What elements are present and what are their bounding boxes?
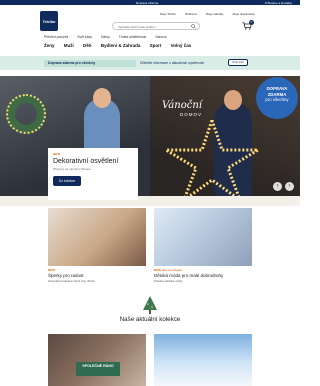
promo-card-tag: NEW (48, 268, 55, 272)
chevron-right-icon: › (288, 183, 291, 189)
promo-card-jewelry[interactable]: NEW Šperky pro radost Kompletní kolekce … (48, 208, 146, 283)
promo-card-image (154, 208, 252, 266)
hero-card-title: Dekorativní osvětlení (53, 158, 119, 165)
subnav-sustainability[interactable]: Trvalá udržitelnost (119, 35, 147, 39)
header-link-offers[interactable]: Moje nabídky (206, 12, 224, 16)
search-icon[interactable] (191, 24, 196, 29)
promo-card-kids-fashion[interactable]: NEW Jen v e-shopu Dětská móda pro malé d… (154, 208, 252, 283)
light-star-icon (160, 120, 260, 196)
nav-kids[interactable]: Děti (83, 43, 92, 48)
promo-card-tag: NEW Jen v e-shopu (154, 268, 183, 272)
promo-card-link[interactable]: Kolekce dětské módy (154, 279, 252, 283)
nav-leisure[interactable]: Volný čas (171, 43, 192, 48)
hero-card-subtitle: Přípravy na vánoční Vánoce (53, 167, 91, 171)
hero-carousel: Vánoční DOMOV (0, 76, 300, 196)
free-shipping-promo-circle[interactable]: DOPRAVA ZDARMA pro všechny (256, 77, 298, 119)
main-category-nav: Ženy Muži Děti Bydlení & Zahrada Sport V… (44, 43, 199, 48)
hero-headline-script: Vánoční (162, 100, 202, 111)
promo-card-image (48, 208, 146, 266)
subnav-overview[interactable]: Přehled položek (44, 35, 68, 39)
wreath-lights (6, 94, 46, 134)
promo-card-link[interactable]: Kompletní kolekce Nově dny obřad (48, 279, 146, 283)
promo-card-title: Šperky pro radost (48, 273, 84, 278)
hero-card-button[interactable]: Do kolekce (53, 176, 81, 186)
site-header: Tchibo Moje Tchibo Oblíbené Moje nabídky… (0, 5, 300, 33)
hero-bottom-strip (0, 196, 300, 206)
collection-card-morning[interactable]: SPOLEČNÉ RÁNO (48, 334, 146, 386)
banner-info-text: Důležité informace o aktuálních opatření… (140, 61, 205, 65)
collections-heading: Naše aktuální kolekce (119, 316, 181, 323)
nav-women[interactable]: Ženy (44, 43, 55, 48)
nav-sport[interactable]: Sport (150, 43, 162, 48)
woman-head (93, 88, 111, 108)
header-account-links: Moje Tchibo Oblíbené Moje nabídky Moje o… (160, 12, 263, 16)
promo-line-3: pro všechny (265, 97, 289, 102)
collection-card-winter-sport[interactable] (154, 334, 252, 386)
header-link-my-tchibo[interactable]: Moje Tchibo (160, 12, 176, 16)
hero-card-badge: NEW (53, 152, 60, 156)
promo-card-title: Dětská móda pro malé dobrodruhy (154, 273, 224, 278)
nav-men[interactable]: Muži (64, 43, 74, 48)
slider-next-button[interactable]: › (285, 182, 294, 191)
christmas-tree-icon (143, 296, 157, 314)
tchibo-logo[interactable]: Tchibo (40, 11, 58, 31)
secondary-nav: Přehled položek Svět kávy Dárky Trvalá u… (44, 35, 175, 39)
free-shipping-banner: Doprava zdarma pro všechny (44, 60, 136, 67)
chevron-left-icon: ‹ (276, 183, 279, 189)
subnav-coffee-world[interactable]: Svět kávy (77, 35, 92, 39)
nav-home-garden[interactable]: Bydlení & Zahrada (101, 43, 141, 48)
subnav-gifts[interactable]: Dárky (101, 35, 110, 39)
banner-more-info-button[interactable]: Více info (228, 59, 248, 66)
info-banner: Doprava zdarma pro všechny Důležité info… (0, 56, 300, 70)
subnav-christmas[interactable]: Vánoce (155, 35, 167, 39)
man-head (224, 90, 242, 110)
slider-prev-button[interactable]: ‹ (273, 182, 282, 191)
header-link-orders[interactable]: Moje objednávky (233, 12, 256, 16)
hero-teaser-card: NEW Dekorativní osvětlení Přípravy na vá… (48, 148, 138, 200)
logo-text: Tchibo (42, 19, 56, 24)
search-input[interactable]: Vyhledat zboží nebo službu... (112, 22, 200, 30)
search-placeholder: Vyhledat zboží nebo službu... (118, 25, 158, 29)
cart-count-badge: 0 (249, 20, 254, 25)
collection-badge: SPOLEČNÉ RÁNO (76, 362, 120, 376)
hero-headline-sub: DOMOV (180, 112, 203, 117)
header-link-favorites[interactable]: Oblíbené (185, 12, 197, 16)
